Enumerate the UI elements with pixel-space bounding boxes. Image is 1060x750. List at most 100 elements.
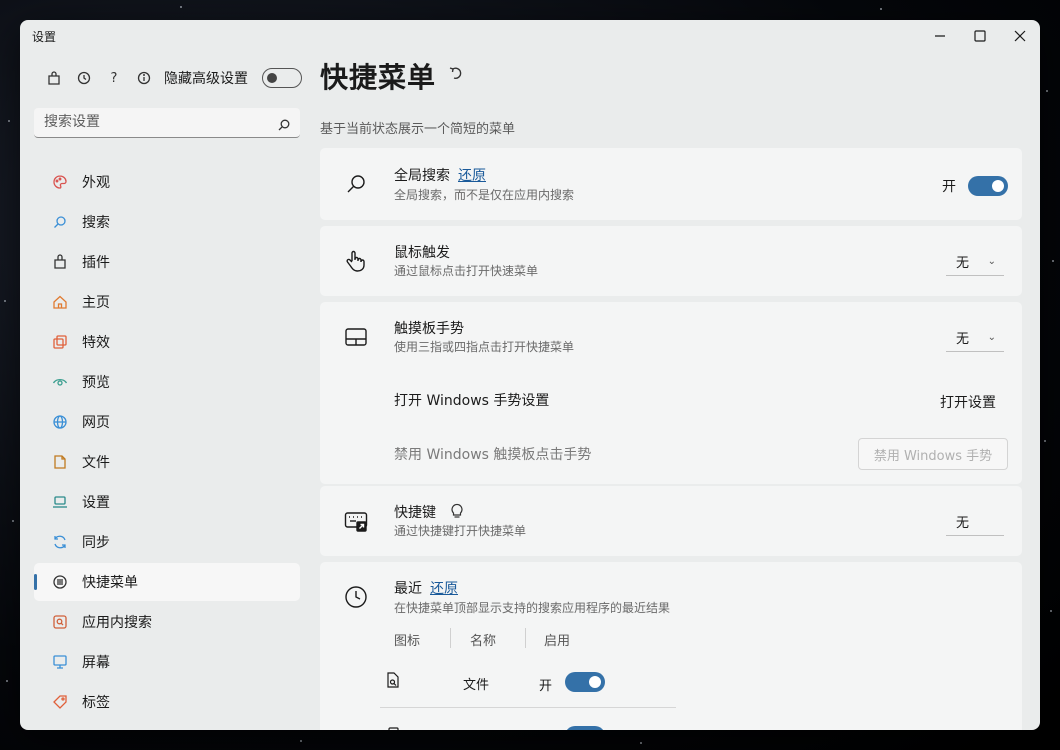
global-search-toggle-group: 开 bbox=[942, 176, 1008, 196]
sidebar-item-in-app-search[interactable]: 应用内搜索 bbox=[34, 603, 300, 641]
file-icon bbox=[52, 454, 68, 470]
touchpad-icon bbox=[344, 325, 368, 349]
recent-process-toggle[interactable] bbox=[565, 726, 605, 730]
global-search-toggle[interactable] bbox=[968, 176, 1008, 196]
toggle-state-label: 开 bbox=[539, 679, 553, 694]
app-search-icon bbox=[52, 614, 68, 630]
settings-window: 设置 ? 隐藏高级设置 搜索设置 外观 搜索 插件 主页 特效 预览 网页 文件… bbox=[20, 20, 1040, 730]
mouse-trigger-desc: 通过鼠标点击打开快速菜单 bbox=[394, 264, 539, 278]
dropdown-value: 无 bbox=[956, 256, 970, 271]
help-icon[interactable]: ? bbox=[106, 70, 122, 86]
touchpad-dropdown[interactable]: 无 ⌄ bbox=[946, 324, 1004, 352]
shortcut-card: 快捷键 通过快捷键打开快捷菜单 无 bbox=[320, 486, 1022, 556]
column-divider[interactable] bbox=[525, 628, 526, 648]
store-icon[interactable] bbox=[46, 70, 62, 86]
maximize-button[interactable] bbox=[960, 20, 1000, 52]
global-search-title: 全局搜索 还原 bbox=[394, 165, 486, 185]
row-name: 文件 bbox=[463, 678, 490, 693]
open-settings-button[interactable]: 打开设置 bbox=[940, 392, 996, 412]
sidebar-item-label: 标签 bbox=[82, 695, 110, 711]
sidebar-item-label: 应用内搜索 bbox=[82, 615, 152, 631]
process-icon bbox=[386, 726, 400, 730]
sidebar-item-preview[interactable]: 预览 bbox=[34, 363, 300, 401]
clock-icon bbox=[344, 585, 368, 609]
sidebar-item-files[interactable]: 文件 bbox=[34, 443, 300, 481]
sidebar-item-screen[interactable]: 屏幕 bbox=[34, 643, 300, 681]
search-input[interactable] bbox=[34, 108, 264, 136]
sidebar-item-tags[interactable]: 标签 bbox=[34, 683, 300, 721]
global-search-label: 全局搜索 bbox=[394, 168, 450, 184]
file-search-icon bbox=[386, 672, 400, 692]
globe-icon bbox=[52, 414, 68, 430]
column-header-name[interactable]: 名称 bbox=[470, 630, 496, 649]
mouse-trigger-title: 鼠标触发 bbox=[394, 245, 450, 261]
sidebar-item-effects[interactable]: 特效 bbox=[34, 323, 300, 361]
hide-advanced-toggle[interactable] bbox=[262, 68, 302, 88]
page-title: 快捷菜单 bbox=[320, 61, 437, 94]
sidebar-item-label: 网页 bbox=[82, 415, 110, 431]
sidebar-item-plugins[interactable]: 插件 bbox=[34, 243, 300, 281]
sidebar-item-label: 外观 bbox=[82, 175, 110, 191]
global-search-card: 全局搜索 还原 全局搜索，而不是仅在应用内搜索 开 bbox=[320, 148, 1022, 220]
row-divider bbox=[380, 707, 676, 708]
undo-icon[interactable] bbox=[448, 65, 464, 85]
sidebar-item-label: 设置 bbox=[82, 495, 110, 511]
global-search-reset-link[interactable]: 还原 bbox=[458, 168, 486, 184]
sidebar-item-label: 搜索 bbox=[82, 215, 110, 231]
search-icon bbox=[52, 214, 68, 230]
minimize-button[interactable] bbox=[920, 20, 960, 52]
toggle-state-label: 开 bbox=[942, 179, 956, 195]
global-search-desc: 全局搜索，而不是仅在应用内搜索 bbox=[394, 188, 575, 202]
hand-pointer-icon bbox=[344, 249, 368, 273]
sidebar-item-home[interactable]: 主页 bbox=[34, 283, 300, 321]
mouse-trigger-dropdown[interactable]: 无 ⌄ bbox=[946, 248, 1004, 276]
window-title: 设置 bbox=[32, 30, 57, 44]
history-icon[interactable] bbox=[76, 70, 92, 86]
shortcut-title: 快捷键 bbox=[394, 505, 436, 521]
disable-windows-gesture-button[interactable]: 禁用 Windows 手势 bbox=[858, 438, 1008, 470]
sidebar-item-settings[interactable]: 设置 bbox=[34, 483, 300, 521]
sidebar-item-label: 插件 bbox=[82, 255, 110, 271]
close-button[interactable] bbox=[1000, 20, 1040, 52]
eye-icon bbox=[52, 374, 68, 390]
recent-files-toggle[interactable] bbox=[565, 672, 605, 692]
column-header-enabled[interactable]: 启用 bbox=[544, 630, 570, 649]
sidebar-item-sync[interactable]: 同步 bbox=[34, 523, 300, 561]
touchpad-desc: 使用三指或四指点击打开快捷菜单 bbox=[394, 340, 575, 354]
open-gesture-settings-text: 打开 Windows 手势设置 bbox=[394, 393, 550, 409]
shortcut-title-group: 快捷键 bbox=[394, 502, 464, 523]
sidebar-item-label: 主页 bbox=[82, 295, 110, 311]
title-bar[interactable]: 设置 bbox=[20, 20, 1040, 52]
column-header-icon[interactable]: 图标 bbox=[394, 630, 420, 649]
column-divider[interactable] bbox=[450, 628, 451, 648]
sidebar-item-label: 预览 bbox=[82, 375, 110, 391]
disable-gesture-text: 禁用 Windows 触摸板点击手势 bbox=[394, 447, 592, 463]
toggle-state-label: 开 bbox=[539, 729, 552, 730]
lightbulb-icon[interactable] bbox=[450, 503, 464, 523]
touchpad-gesture-card: 触摸板手势 使用三指或四指点击打开快捷菜单 无 ⌄ 打开 Windows 手势设置… bbox=[320, 302, 1022, 484]
recent-reset-link[interactable]: 还原 bbox=[430, 581, 458, 597]
settings-search-box bbox=[34, 108, 300, 138]
shortcut-desc: 通过快捷键打开快捷菜单 bbox=[394, 524, 527, 538]
info-icon[interactable] bbox=[136, 70, 152, 86]
monitor-icon bbox=[52, 654, 68, 670]
sidebar-item-appearance[interactable]: 外观 bbox=[34, 163, 300, 201]
touchpad-title: 触摸板手势 bbox=[394, 321, 464, 337]
shortcut-value: 无 bbox=[956, 516, 970, 531]
recent-desc: 在快捷菜单顶部显示支持的搜索应用程序的最近结果 bbox=[394, 601, 671, 615]
shortcut-field[interactable]: 无 bbox=[946, 508, 1004, 536]
row-name: 进程 bbox=[463, 728, 489, 730]
hide-advanced-label: 隐藏高级设置 bbox=[164, 71, 248, 87]
tag-icon bbox=[52, 694, 68, 710]
sidebar-item-label: 特效 bbox=[82, 335, 110, 351]
sidebar-item-label: 文件 bbox=[82, 455, 110, 471]
recent-label: 最近 bbox=[394, 581, 422, 597]
search-icon[interactable] bbox=[278, 116, 290, 135]
chevron-down-icon: ⌄ bbox=[987, 256, 996, 267]
sidebar-item-web[interactable]: 网页 bbox=[34, 403, 300, 441]
dropdown-value: 无 bbox=[956, 332, 970, 347]
sidebar: ? 隐藏高级设置 外观 搜索 插件 bbox=[20, 52, 310, 730]
sidebar-item-search[interactable]: 搜索 bbox=[34, 203, 300, 241]
sidebar-item-quick-menu[interactable]: 快捷菜单 bbox=[34, 563, 300, 601]
search-icon bbox=[344, 172, 368, 196]
